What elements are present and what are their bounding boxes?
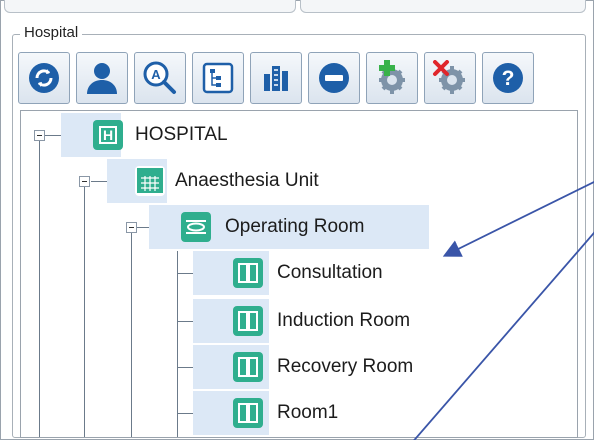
tree-node-label: Recovery Room: [277, 356, 414, 377]
hospital-icon: H: [93, 120, 123, 150]
minus-circle-icon: [319, 63, 349, 93]
hospital-tree[interactable]: H HOSPITAL Anaesthesia Unit Operating Ro…: [20, 110, 578, 438]
tree-node-label: Operating Room: [225, 216, 365, 237]
tree-connector: [91, 181, 107, 182]
user-button[interactable]: [76, 52, 128, 104]
search-a-icon: A: [143, 61, 176, 94]
tree-connector: [84, 187, 85, 437]
building-button[interactable]: [250, 52, 302, 104]
tree-node-induction-room[interactable]: Induction Room: [193, 299, 410, 343]
collapse-toggle-anaesthesia-unit[interactable]: [79, 176, 90, 187]
help-button[interactable]: ?: [482, 52, 534, 104]
tree-connector: [177, 273, 193, 274]
collapse-toggle-operating-room[interactable]: [126, 222, 137, 233]
remove-button[interactable]: [308, 52, 360, 104]
remove-gear-button[interactable]: [424, 52, 476, 104]
tree-connector: [177, 251, 178, 437]
add-gear-button[interactable]: [366, 52, 418, 104]
tree-node-hospital[interactable]: H HOSPITAL: [61, 113, 228, 157]
tree-node-label: Room1: [277, 402, 339, 423]
help-icon: ?: [493, 63, 523, 93]
tree-node-anaesthesia-unit[interactable]: Anaesthesia Unit: [107, 159, 319, 203]
room-door-icon: [233, 352, 263, 382]
tree-connector: [177, 321, 193, 322]
toolbar: A ?: [18, 52, 586, 106]
tab-strip: [4, 0, 586, 14]
svg-text:A: A: [151, 67, 161, 82]
remove-gear-icon: [433, 60, 465, 94]
tree-node-label: Induction Room: [277, 310, 411, 331]
refresh-button[interactable]: [18, 52, 70, 104]
tree-connector: [131, 231, 132, 437]
room-door-icon: [233, 306, 263, 336]
tree-structure-icon: [202, 62, 234, 94]
operating-bed-icon: [181, 212, 211, 242]
group-label: Hospital: [20, 24, 83, 41]
tree-node-label: Anaesthesia Unit: [175, 170, 319, 191]
collapse-toggle-hospital[interactable]: [34, 130, 45, 141]
tree-connector: [45, 135, 61, 136]
tree-node-label: HOSPITAL: [135, 124, 228, 145]
room-door-icon: [233, 398, 263, 428]
calendar-unit-icon: [135, 166, 165, 196]
tree-node-room1[interactable]: Room1: [193, 391, 338, 435]
search-button[interactable]: A: [134, 52, 186, 104]
svg-text:?: ?: [502, 67, 515, 90]
refresh-icon: [29, 63, 59, 93]
tree-structure-button[interactable]: [192, 52, 244, 104]
tab-right[interactable]: [300, 0, 586, 13]
tree-node-consultation[interactable]: Consultation: [193, 251, 383, 295]
tree-node-label: Consultation: [277, 262, 383, 283]
tree-node-recovery-room[interactable]: Recovery Room: [193, 345, 413, 389]
tree-connector: [177, 413, 193, 414]
tree-node-operating-room[interactable]: Operating Room: [149, 205, 429, 249]
user-icon: [87, 63, 117, 94]
tree-connector: [39, 141, 40, 437]
room-door-icon: [233, 258, 263, 288]
tab-left[interactable]: [4, 0, 296, 13]
add-gear-icon: [379, 60, 405, 94]
tree-connector: [177, 367, 193, 368]
building-icon: [264, 66, 288, 91]
